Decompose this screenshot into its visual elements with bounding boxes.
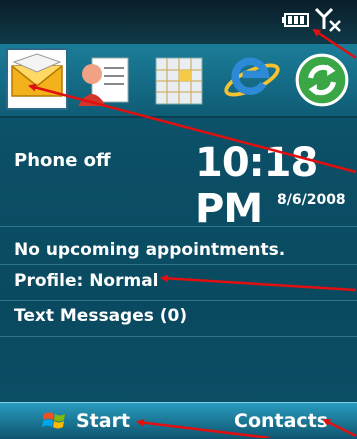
battery-icon[interactable] — [282, 12, 310, 28]
appointments-text[interactable]: No upcoming appointments. — [14, 240, 285, 260]
contacts-softkey[interactable]: Contacts — [178, 403, 357, 439]
start-label: Start — [76, 410, 131, 432]
contacts-card-icon[interactable] — [74, 50, 134, 110]
calendar-icon[interactable] — [150, 50, 210, 110]
clock-date: 8/6/2008 — [277, 192, 346, 208]
status-bar — [0, 0, 357, 44]
profile-text[interactable]: Profile: Normal — [14, 271, 159, 291]
today-screen: Phone off 10:18 PM 8/6/2008 No upcoming … — [0, 0, 357, 439]
divider — [0, 264, 357, 265]
app-icon-strip — [0, 44, 357, 118]
softkey-bar: Start Contacts — [0, 402, 357, 439]
activesync-icon[interactable] — [292, 50, 352, 110]
contacts-label: Contacts — [234, 410, 329, 432]
divider — [0, 226, 357, 227]
messaging-icon[interactable] — [6, 48, 68, 110]
clock-time[interactable]: 10:18 PM — [195, 140, 357, 232]
windows-flag-icon — [42, 412, 65, 429]
text-messages-item[interactable]: Text Messages (0) — [14, 306, 187, 326]
signal-off-icon[interactable] — [314, 7, 344, 33]
internet-explorer-icon[interactable] — [222, 50, 282, 110]
start-softkey[interactable]: Start — [0, 403, 178, 439]
divider — [0, 300, 357, 301]
phone-status-text[interactable]: Phone off — [14, 150, 111, 171]
divider — [0, 336, 357, 337]
annotation-arrow — [160, 274, 357, 292]
